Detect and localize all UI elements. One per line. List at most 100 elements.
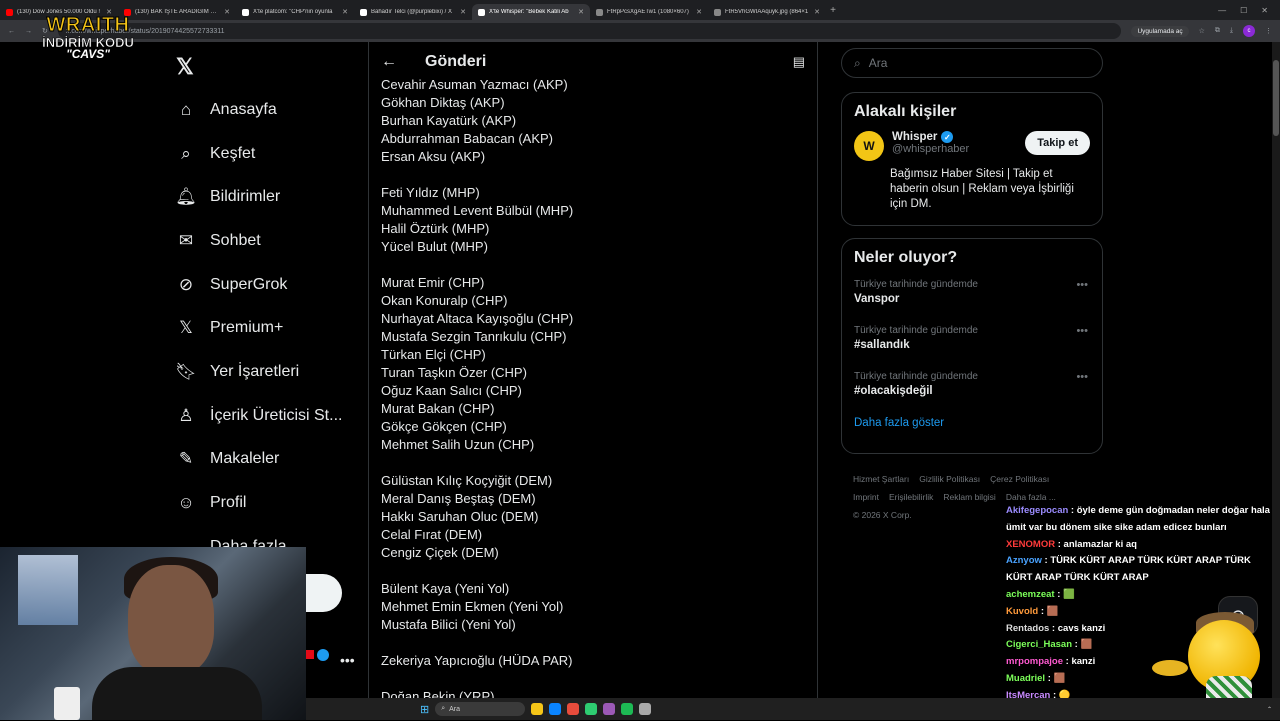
sidebar-item-makaleler[interactable]: ✎ Makaleler [176, 438, 366, 482]
related-account[interactable]: W Whisper ✓ @whisperhaber Takip et [842, 121, 1102, 161]
sidebar-item-keşfet[interactable]: ⌕ Keşfet [176, 132, 366, 176]
chat-username: Kuvold [1006, 605, 1039, 617]
sidebar-item-yer-i-şaretleri[interactable]: 🔖︎ Yer İşaretleri [175, 350, 366, 394]
tab-title: X'te Whisper: "Bebek Katili Ab [489, 9, 569, 15]
browser-tab[interactable]: X'te Whisper: "Bebek Katili Ab ✕ [472, 4, 590, 20]
close-icon[interactable]: ✕ [696, 8, 702, 16]
close-icon[interactable]: ✕ [814, 8, 820, 16]
account-name[interactable]: Whisper ✓ [892, 131, 969, 143]
extensions-icon[interactable]: ⧉ [1215, 27, 1220, 35]
chat-text: kanzi [1071, 656, 1096, 668]
maximize-icon[interactable]: ☐ [1240, 6, 1247, 15]
close-icon[interactable]: ✕ [224, 8, 230, 16]
post-line: Cengiz Çiçek (DEM) [381, 545, 499, 560]
open-in-app-button[interactable]: Uygulamada aç [1131, 25, 1189, 37]
sidebar-item-label: SuperGrok [210, 275, 288, 293]
sidebar-item-supergrok[interactable]: ⊘ SuperGrok [176, 263, 366, 307]
taskbar-app-icon[interactable] [585, 703, 598, 715]
post-line: Cevahir Asuman Yazmacı (AKP) [381, 77, 568, 92]
menu-icon[interactable]: ⋮ [1265, 27, 1272, 35]
new-tab-icon[interactable]: + [826, 5, 840, 16]
taskbar-search[interactable]: ⌕ Ara [435, 702, 526, 716]
coins-icon [1152, 660, 1188, 676]
sidebar-item-label: Keşfet [210, 144, 256, 162]
star-icon[interactable]: ☆ [1199, 27, 1205, 35]
sidebar-item-bildirimler[interactable]: 🔔︎ Bildirimler [175, 175, 366, 219]
x-premium-icon: 𝕏 [179, 318, 193, 338]
window-controls: — ☐ ✕ [1218, 6, 1280, 15]
sidebar-item-premium-[interactable]: 𝕏 Premium+ [176, 306, 366, 350]
account-menu-icon[interactable]: ••• [340, 652, 355, 668]
follow-button[interactable]: Takip et [1025, 131, 1090, 155]
sidebar-item-i-çerik-üreticisi-st-[interactable]: ♙ İçerik Üreticisi St... [176, 394, 366, 438]
post-line: Murat Emir (CHP) [381, 275, 485, 290]
close-icon[interactable]: ✕ [460, 8, 466, 16]
avatar[interactable]: W [854, 131, 884, 161]
taskbar-app-icon[interactable] [639, 703, 652, 715]
home-icon: ⌂ [180, 99, 192, 119]
post-line: Gülüstan Kılıç Koçyiğit (DEM) [381, 473, 553, 488]
more-options-icon[interactable]: ••• [1076, 279, 1088, 291]
browser-tab-bar: (130) Dow Jones 50.000 Oldu ! ✕ (130) BAK … [0, 0, 1280, 20]
profile-avatar[interactable]: c [1243, 25, 1255, 37]
taskbar-app-icon[interactable] [603, 703, 616, 715]
taskbar-app-icon[interactable] [531, 703, 544, 715]
tab-favicon-icon [478, 8, 485, 16]
footer-link[interactable]: Hizmet Şartları [853, 474, 909, 484]
trend-item[interactable]: Türkiye tarihinde gündemde #olacakişdeğil… [842, 359, 1102, 405]
browser-tab[interactable]: Bahadır Telci (@purplebixi) / X ✕ [354, 4, 472, 20]
chat-message: Akifegepocan : öyle deme gün doğmadan ne… [1006, 505, 1270, 533]
footer-link[interactable]: Daha fazla ... [1006, 492, 1056, 502]
sponsor-logo: WRAITH İNDİRİM KODU "CAVS" [38, 14, 138, 62]
browser-tab[interactable]: FtR5VhGWIAAquyk.jpg (864×1 ✕ [708, 4, 826, 20]
x-logo-icon[interactable]: 𝕏 [176, 54, 194, 80]
post-line: Feti Yıldız (MHP) [381, 185, 480, 200]
back-icon[interactable]: ← [8, 28, 15, 35]
trend-item[interactable]: Türkiye tarihinde gündemde Vanspor ••• [842, 267, 1102, 313]
close-icon[interactable]: ✕ [578, 8, 584, 16]
close-window-icon[interactable]: ✕ [1261, 6, 1268, 15]
footer-link[interactable]: Çerez Politikası [990, 474, 1049, 484]
post-line: Abdurrahman Babacan (AKP) [381, 131, 553, 146]
footer-link[interactable]: Erişilebilirlik [889, 492, 933, 502]
taskbar-app-icon[interactable] [567, 703, 580, 715]
taskbar-app-icon[interactable] [621, 703, 634, 715]
bookmark-icon: 🔖︎ [175, 361, 197, 381]
close-icon[interactable]: ✕ [342, 8, 348, 16]
reader-mode-icon[interactable]: ▤ [793, 54, 805, 70]
minimize-icon[interactable]: — [1218, 6, 1226, 15]
scrollbar-thumb[interactable] [1273, 60, 1279, 136]
search-input[interactable]: ⌕ Ara [841, 48, 1103, 78]
sidebar-item-profil[interactable]: ☺ Profil [176, 481, 366, 525]
browser-tab[interactable]: FtRpPcsXgAETw1 (1080×607) ✕ [590, 4, 708, 20]
forward-icon[interactable]: → [25, 28, 32, 35]
show-more-link[interactable]: Daha fazla göster [842, 405, 1102, 441]
taskbar-app-icon[interactable] [549, 703, 562, 715]
chat-username: Muadriel [1006, 672, 1046, 684]
trend-item[interactable]: Türkiye tarihinde gündemde #sallandık ••• [842, 313, 1102, 359]
bell-icon: 🔔︎ [175, 187, 197, 207]
tab-favicon-icon [6, 8, 13, 16]
footer-link[interactable]: Reklam bilgisi [943, 492, 995, 502]
footer-link[interactable]: Imprint [853, 492, 879, 502]
back-arrow-icon[interactable]: ← [381, 53, 397, 71]
footer-link[interactable]: Gizlilik Politikası [919, 474, 980, 484]
browser-tab[interactable]: X'te platcom: "CHP'nin oyunla ✕ [236, 4, 354, 20]
tray-area[interactable]: ⌃ [1267, 706, 1280, 713]
trend-context: Türkiye tarihinde gündemde [854, 371, 978, 382]
post-button[interactable] [306, 574, 342, 612]
address-bar: ← → ↻ x.com/whisperhaber/status/20190744… [0, 20, 1280, 42]
download-icon[interactable]: ⤓ [1230, 27, 1233, 35]
scrollbar[interactable] [1272, 42, 1280, 698]
trend-name: #olacakişdeğil [854, 385, 933, 397]
more-options-icon[interactable]: ••• [1076, 371, 1088, 383]
sidebar-item-anasayfa[interactable]: ⌂ Anasayfa [176, 88, 366, 132]
post-line: Turan Taşkın Özer (CHP) [381, 365, 527, 380]
url-field[interactable]: x.com/whisperhaber/status/20190744255727… [57, 23, 1122, 39]
sidebar-item-sohbet[interactable]: ✉ Sohbet [176, 219, 366, 263]
more-options-icon[interactable]: ••• [1076, 325, 1088, 337]
windows-start-icon[interactable]: ⊞ [420, 703, 429, 716]
trend-name: #sallandık [854, 339, 910, 351]
mail-icon: ✉ [178, 230, 194, 250]
